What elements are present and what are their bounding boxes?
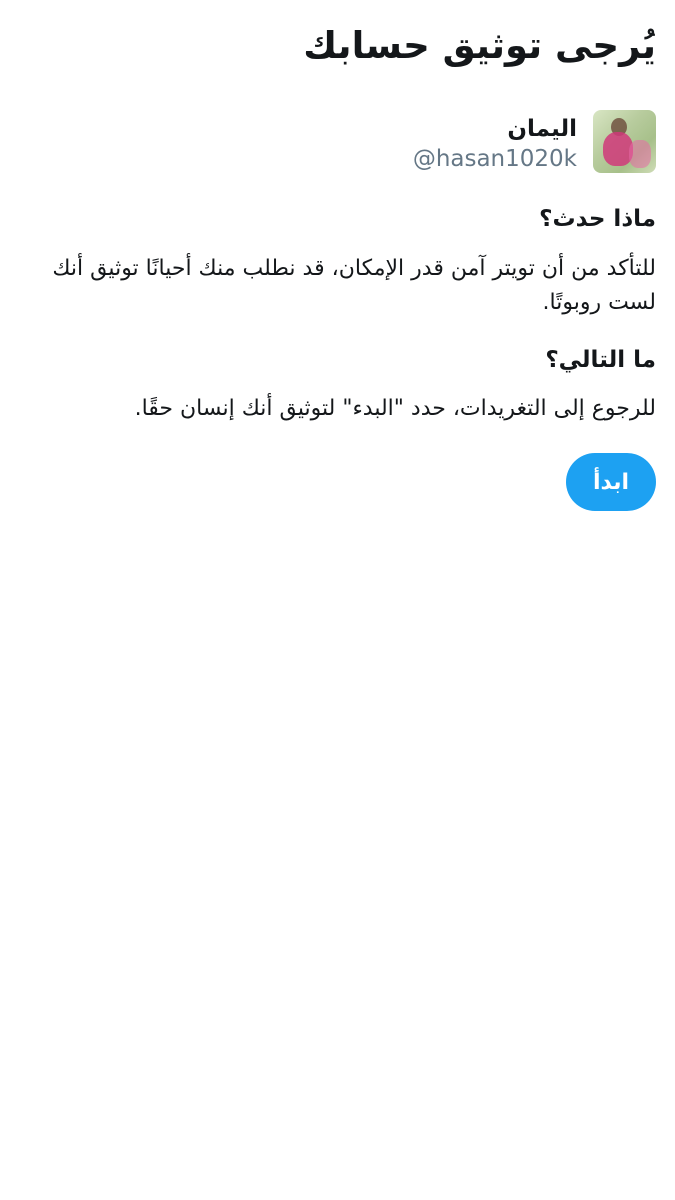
- what-happened-heading: ماذا حدث؟: [539, 206, 656, 232]
- what-happened-text: للتأكد من أن تويتر آمن قدر الإمكان، قد ن…: [52, 256, 656, 315]
- avatar-photo-highlight: [629, 140, 651, 168]
- account-card: اليمان @hasan1020k: [413, 110, 656, 174]
- account-info: اليمان @hasan1020k: [413, 110, 577, 174]
- verify-account-page: يُرجى توثيق حسابك اليمان @hasan1020k ماذ…: [0, 0, 675, 1200]
- whats-next-text: للرجوع إلى التغريدات، حدد "البدء" لتوثيق…: [134, 396, 656, 421]
- account-handle: @hasan1020k: [412, 146, 577, 172]
- start-button[interactable]: ابدأ: [566, 453, 656, 511]
- avatar: [593, 110, 656, 173]
- page-title: يُرجى توثيق حسابك: [303, 24, 656, 67]
- whats-next-heading: ما التالي؟: [545, 347, 656, 373]
- display-name: اليمان: [507, 116, 577, 142]
